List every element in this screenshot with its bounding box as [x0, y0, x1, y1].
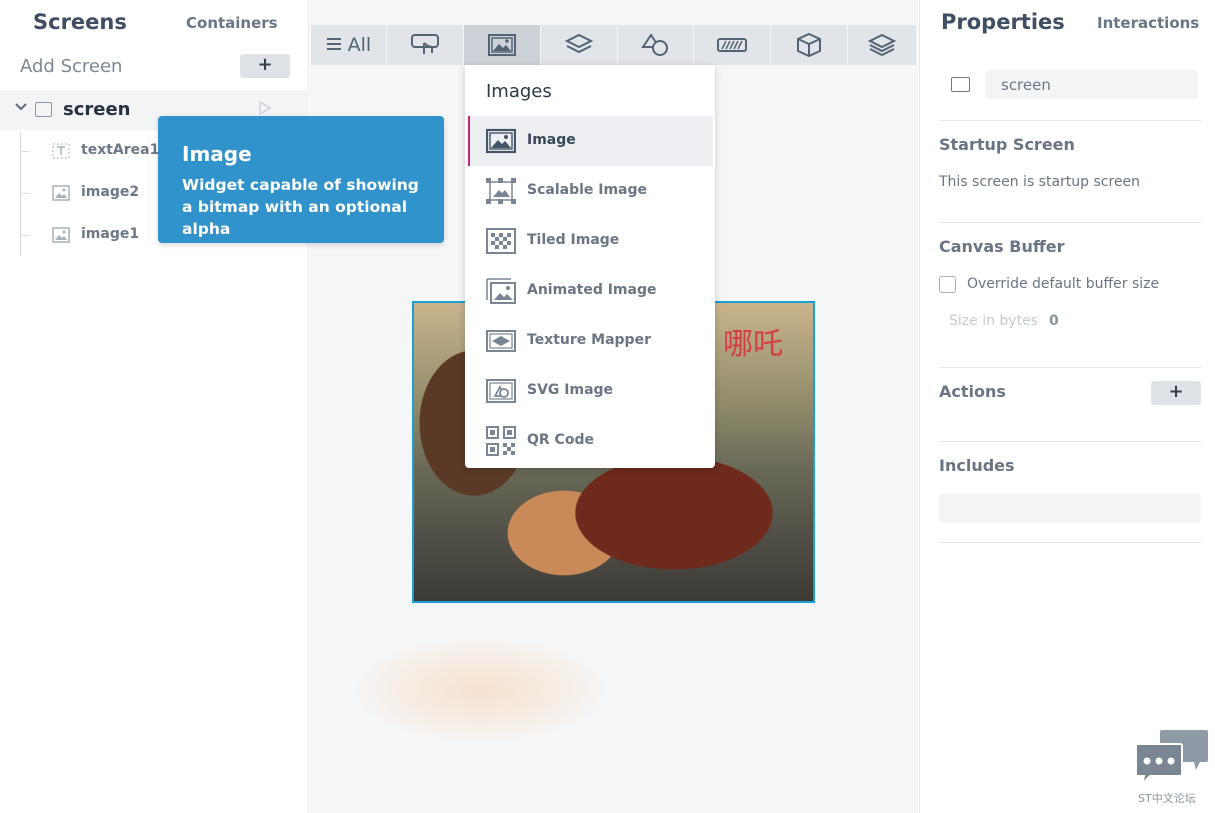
- images-dropdown: Images Image Scalable Image Tiled Image: [465, 65, 715, 468]
- includes-field[interactable]: [939, 494, 1201, 523]
- menu-icon: [326, 35, 342, 56]
- image-icon: [487, 34, 516, 56]
- toolbar-shapes-category[interactable]: [617, 25, 694, 65]
- left-tabs: Screens Containers: [0, 0, 309, 44]
- tab-properties[interactable]: Properties: [941, 10, 1065, 34]
- tree-item-label: image2: [81, 184, 140, 200]
- add-screen-label: Add Screen: [20, 56, 123, 77]
- toolbar-3d-category[interactable]: [771, 25, 848, 65]
- properties-panel: Properties Interactions screen Startup S…: [919, 0, 1215, 813]
- tree-tick: [22, 151, 30, 152]
- tab-containers[interactable]: Containers: [186, 14, 278, 32]
- override-buffer-label: Override default buffer size: [967, 276, 1160, 292]
- canvas-buffer-title: Canvas Buffer: [939, 237, 1065, 256]
- toolbar-images-category[interactable]: [463, 25, 540, 65]
- toolbar-buttons-category[interactable]: [386, 25, 463, 65]
- chevron-down-icon[interactable]: [14, 100, 28, 118]
- svg-image-icon: [486, 379, 516, 403]
- dropdown-item-texture-mapper[interactable]: Texture Mapper: [465, 316, 715, 366]
- buffer-size-label: Size in bytes: [949, 313, 1038, 329]
- divider: [939, 120, 1201, 121]
- divider: [939, 222, 1201, 223]
- texture-mapper-icon: [486, 330, 516, 352]
- widget-tooltip: Image Widget capable of showing a bitmap…: [158, 116, 444, 243]
- tree-connector: [20, 132, 21, 256]
- dropdown-item-scalable-image[interactable]: Scalable Image: [465, 166, 715, 216]
- widget-toolbar: All: [311, 25, 917, 65]
- image-icon: [52, 185, 70, 201]
- actions-title: Actions: [939, 382, 1006, 401]
- divider: [939, 542, 1201, 543]
- tab-interactions[interactable]: Interactions: [1097, 14, 1199, 32]
- toolbar-all-button[interactable]: All: [311, 25, 386, 65]
- screen-name-field[interactable]: screen: [985, 70, 1198, 99]
- image-icon: [52, 227, 70, 243]
- forum-badge: ST中文论坛: [1134, 728, 1214, 808]
- dropdown-item-label: SVG Image: [527, 382, 614, 398]
- dropdown-item-label: Animated Image: [527, 282, 657, 298]
- toolbar-progress-category[interactable]: [694, 25, 771, 65]
- stack-icon: [868, 33, 897, 57]
- screen-icon: [951, 77, 970, 92]
- divider: [939, 441, 1201, 442]
- dropdown-title: Images: [486, 81, 552, 102]
- tooltip-description: Widget capable of showing a bitmap with …: [182, 176, 419, 238]
- background-fire-image: [310, 610, 660, 780]
- tab-screens[interactable]: Screens: [33, 10, 127, 34]
- dropdown-item-image[interactable]: Image: [468, 116, 713, 166]
- startup-screen-text: This screen is startup screen: [939, 174, 1141, 190]
- forum-label: ST中文论坛: [1138, 792, 1196, 805]
- screen-icon: [35, 102, 52, 117]
- scalable-image-icon: [486, 178, 516, 204]
- toolbar-misc-category[interactable]: [848, 25, 917, 65]
- dropdown-item-tiled-image[interactable]: Tiled Image: [465, 216, 715, 266]
- cube-icon: [797, 32, 822, 58]
- toolbar-all-label: All: [347, 34, 372, 56]
- dropdown-item-label: Scalable Image: [527, 182, 648, 198]
- includes-title: Includes: [939, 456, 1015, 475]
- chat-bubbles-icon: [1135, 730, 1208, 788]
- animated-image-icon: [486, 278, 516, 304]
- image-icon: [486, 128, 516, 154]
- qr-code-icon: [486, 426, 516, 456]
- touch-icon: [410, 34, 439, 54]
- tiled-image-icon: [486, 228, 516, 254]
- image-caption-text: 哪吒: [723, 327, 783, 362]
- tree-tick: [22, 235, 30, 236]
- tree-item-label: image1: [81, 226, 140, 242]
- dropdown-item-svg-image[interactable]: SVG Image: [465, 366, 715, 416]
- dropdown-item-qr-code[interactable]: QR Code: [465, 416, 715, 466]
- override-buffer-checkbox[interactable]: [939, 276, 956, 293]
- add-action-button[interactable]: +: [1151, 381, 1201, 405]
- add-screen-button[interactable]: +: [240, 54, 290, 78]
- tree-item-label: textArea1: [81, 142, 160, 158]
- dropdown-item-animated-image[interactable]: Animated Image: [465, 266, 715, 316]
- divider: [939, 367, 1201, 368]
- tree-item-label: screen: [63, 99, 131, 120]
- dropdown-item-label: Tiled Image: [527, 232, 620, 248]
- dropdown-item-label: QR Code: [527, 432, 594, 448]
- shapes-icon: [641, 33, 669, 56]
- toolbar-containers-category[interactable]: [540, 25, 617, 65]
- startup-screen-title: Startup Screen: [939, 135, 1075, 154]
- text-area-icon: [52, 143, 70, 159]
- progress-icon: [717, 38, 748, 52]
- tree-tick: [22, 193, 30, 194]
- layers-icon: [564, 33, 593, 54]
- dropdown-item-label: Image: [527, 132, 576, 148]
- dropdown-item-label: Texture Mapper: [527, 332, 651, 348]
- tooltip-title: Image: [182, 142, 252, 166]
- buffer-size-value: 0: [1049, 313, 1059, 329]
